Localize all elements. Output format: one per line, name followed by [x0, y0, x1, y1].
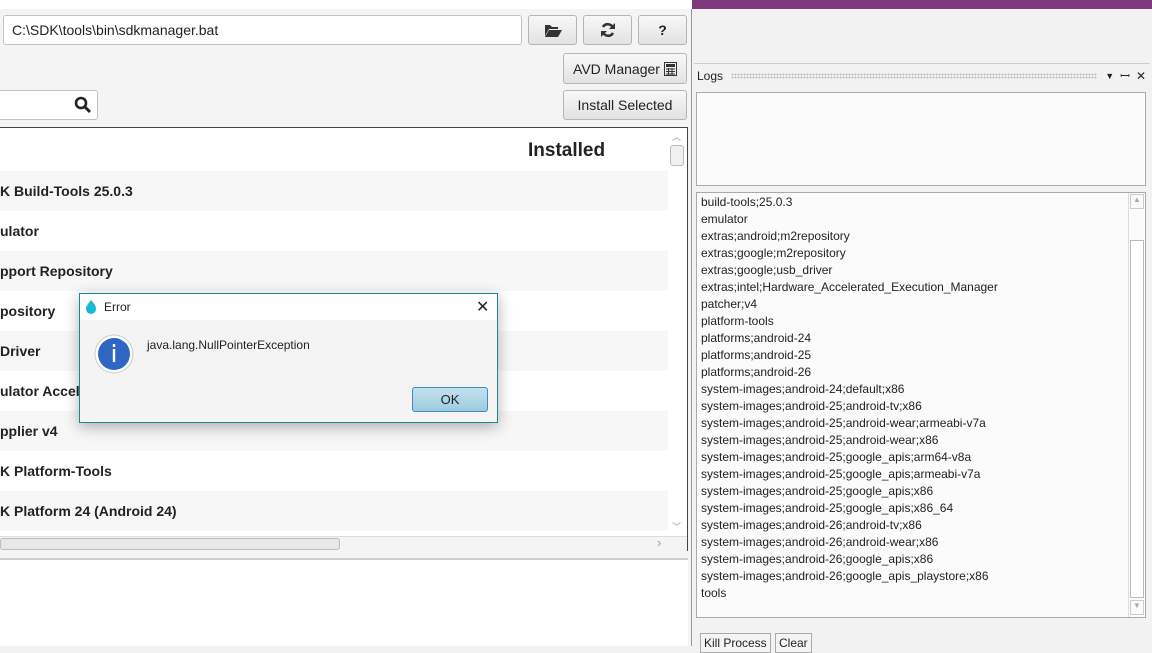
log-line: system-images;android-26;android-tv;x86: [701, 518, 922, 532]
search-input[interactable]: [0, 90, 98, 120]
dropdown-icon[interactable]: ▼: [1105, 71, 1114, 81]
logs-panel-header: Logs ▼ ꟷ ✕: [694, 63, 1150, 87]
close-icon[interactable]: ✕: [476, 297, 489, 317]
log-line: system-images;android-26;google_apis_pla…: [701, 569, 989, 583]
install-selected-button[interactable]: Install Selected: [563, 90, 687, 120]
log-line: extras;google;usb_driver: [701, 263, 833, 277]
log-line: patcher;v4: [701, 297, 758, 311]
folder-open-icon: [544, 25, 562, 37]
app-flame-icon: [86, 300, 96, 314]
scroll-up-icon[interactable]: ▲: [1130, 194, 1144, 209]
table-row[interactable]: pport Repository: [0, 251, 668, 291]
table-row[interactable]: ulator: [0, 211, 668, 251]
dialog-title: Error: [104, 300, 131, 314]
pin-icon[interactable]: ꟷ: [1120, 67, 1130, 84]
vertical-scrollbar[interactable]: ︿ ﹀: [668, 128, 687, 536]
help-button[interactable]: ?: [638, 15, 687, 45]
close-icon[interactable]: ✕: [1136, 69, 1146, 83]
log-line: system-images;android-25;google_apis;x86…: [701, 501, 954, 515]
log-line: extras;android;m2repository: [701, 229, 850, 243]
refresh-icon: [600, 22, 615, 38]
kill-process-button[interactable]: Kill Process: [700, 633, 771, 653]
browse-button[interactable]: [528, 15, 577, 45]
log-line: platform-tools: [701, 314, 774, 328]
info-icon: [94, 334, 134, 374]
scrollbar-thumb[interactable]: [670, 145, 684, 166]
logs-input-area[interactable]: [696, 92, 1146, 186]
log-line: system-images;android-26;google_apis;x86: [701, 552, 934, 566]
log-line: platforms;android-26: [701, 365, 812, 379]
search-icon: [74, 96, 92, 114]
dialog-message: java.lang.NullPointerException: [147, 338, 310, 352]
table-row[interactable]: K Platform 24 (Android 24): [0, 491, 668, 531]
logs-output-list[interactable]: build-tools;25.0.3 emulator extras;android…: [696, 192, 1146, 618]
clear-button[interactable]: Clear: [775, 633, 812, 653]
logs-window: Logs ▼ ꟷ ✕ build-tools;25.0.3 emulator ext…: [692, 0, 1152, 653]
log-line: build-tools;25.0.3: [701, 195, 793, 209]
sdk-path-input[interactable]: C:\SDK\tools\bin\sdkmanager.bat: [3, 15, 522, 45]
scroll-down-icon[interactable]: ﹀: [672, 520, 681, 533]
scroll-right-icon[interactable]: ›: [657, 535, 661, 550]
table-row[interactable]: K Build-Tools 25.0.3: [0, 171, 668, 211]
log-line: system-images;android-24;default;x86: [701, 382, 905, 396]
hscroll-thumb[interactable]: [0, 538, 340, 550]
horizontal-scrollbar[interactable]: ›: [0, 535, 687, 551]
column-header-installed[interactable]: Installed: [528, 140, 605, 162]
logs-title: Logs: [697, 68, 724, 83]
logs-scroll-thumb[interactable]: [1130, 240, 1144, 598]
log-line: system-images;android-25;android-tv;x86: [701, 399, 922, 413]
log-line: extras;google;m2repository: [701, 246, 846, 260]
scroll-up-icon[interactable]: ︿: [672, 130, 681, 143]
table-row[interactable]: K Platform-Tools: [0, 451, 668, 491]
title-strip: [0, 0, 692, 9]
avd-manager-button[interactable]: AVD Manager: [563, 53, 687, 84]
log-line: emulator: [701, 212, 748, 226]
log-line: system-images;android-25;android-wear;ar…: [701, 416, 986, 430]
refresh-button[interactable]: [583, 15, 632, 45]
log-line: platforms;android-25: [701, 348, 812, 362]
scroll-down-icon[interactable]: ▼: [1130, 600, 1144, 615]
log-line: system-images;android-26;android-wear;x8…: [701, 535, 939, 549]
error-dialog: Error ✕ java.lang.NullPointerException O…: [79, 293, 498, 423]
calculator-icon: [663, 61, 677, 76]
ide-title-bar: [692, 0, 1152, 9]
log-line: system-images;android-25;google_apis;arm…: [701, 450, 972, 464]
sdk-path-value: C:\SDK\tools\bin\sdkmanager.bat: [12, 22, 219, 38]
log-line: tools: [701, 586, 727, 600]
logs-scrollbar[interactable]: ▲ ▼: [1128, 193, 1145, 617]
log-line: platforms;android-24: [701, 331, 812, 345]
details-panel: [0, 558, 688, 646]
log-line: system-images;android-25;google_apis;arm…: [701, 467, 981, 481]
log-line: extras;intel;Hardware_Accelerated_Execut…: [701, 280, 998, 294]
dialog-title-bar[interactable]: Error ✕: [80, 294, 497, 320]
log-line: system-images;android-25;google_apis;x86: [701, 484, 934, 498]
ok-button[interactable]: OK: [412, 387, 488, 412]
drag-grip[interactable]: [731, 72, 1098, 79]
log-line: system-images;android-25;android-wear;x8…: [701, 433, 939, 447]
avd-manager-label: AVD Manager: [573, 60, 660, 77]
